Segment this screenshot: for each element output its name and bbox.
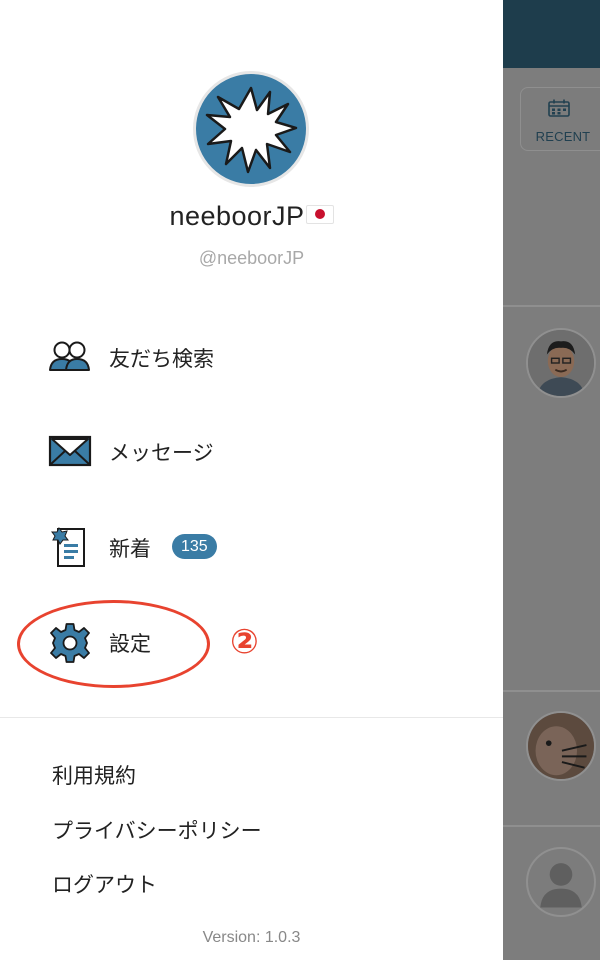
menu-item-label: 新着 xyxy=(109,537,151,561)
news-count-badge: 135 xyxy=(172,534,217,559)
default-avatar[interactable] xyxy=(526,847,596,917)
burst-logo-icon xyxy=(205,86,298,174)
japan-flag-icon xyxy=(305,205,334,224)
background-app: RECENT xyxy=(500,0,600,960)
recent-tab-button[interactable]: RECENT xyxy=(520,87,600,151)
step-marker: ② xyxy=(230,622,259,662)
envelope-icon xyxy=(48,435,92,467)
divider xyxy=(500,305,600,307)
privacy-policy-link[interactable]: プライバシーポリシー xyxy=(52,815,262,845)
menu-item-messages[interactable]: メッセージ xyxy=(48,430,308,478)
divider xyxy=(500,690,600,692)
menu-item-news[interactable]: 新着 135 xyxy=(48,526,308,574)
user-avatar[interactable] xyxy=(526,711,596,781)
side-drawer: neeboorJP @neeboorJP 友だち検索 メッセージ 新着 135 … xyxy=(0,0,503,960)
terms-link[interactable]: 利用規約 xyxy=(52,760,136,790)
menu-divider xyxy=(0,717,503,718)
background-header xyxy=(500,0,600,68)
news-icon xyxy=(51,527,85,567)
friends-search-icon xyxy=(49,341,90,371)
profile-handle: @neeboorJP xyxy=(198,248,305,268)
calendar-icon xyxy=(548,99,570,117)
divider xyxy=(500,825,600,827)
menu-item-friend-search[interactable]: 友だち検索 xyxy=(48,336,308,384)
user-avatar[interactable] xyxy=(526,328,596,398)
highlight-ellipse xyxy=(17,600,210,688)
profile-avatar[interactable] xyxy=(193,71,309,187)
person-icon xyxy=(540,863,582,908)
menu-item-label: 友だち検索 xyxy=(109,347,214,371)
menu-item-label: メッセージ xyxy=(109,441,214,465)
recent-tab-label: RECENT xyxy=(535,129,591,144)
profile-name: neeboorJP xyxy=(0,201,503,232)
logout-link[interactable]: ログアウト xyxy=(52,869,157,899)
app-version: Version: 1.0.3 xyxy=(202,929,301,946)
profile-name-text: neeboorJP xyxy=(169,201,305,231)
